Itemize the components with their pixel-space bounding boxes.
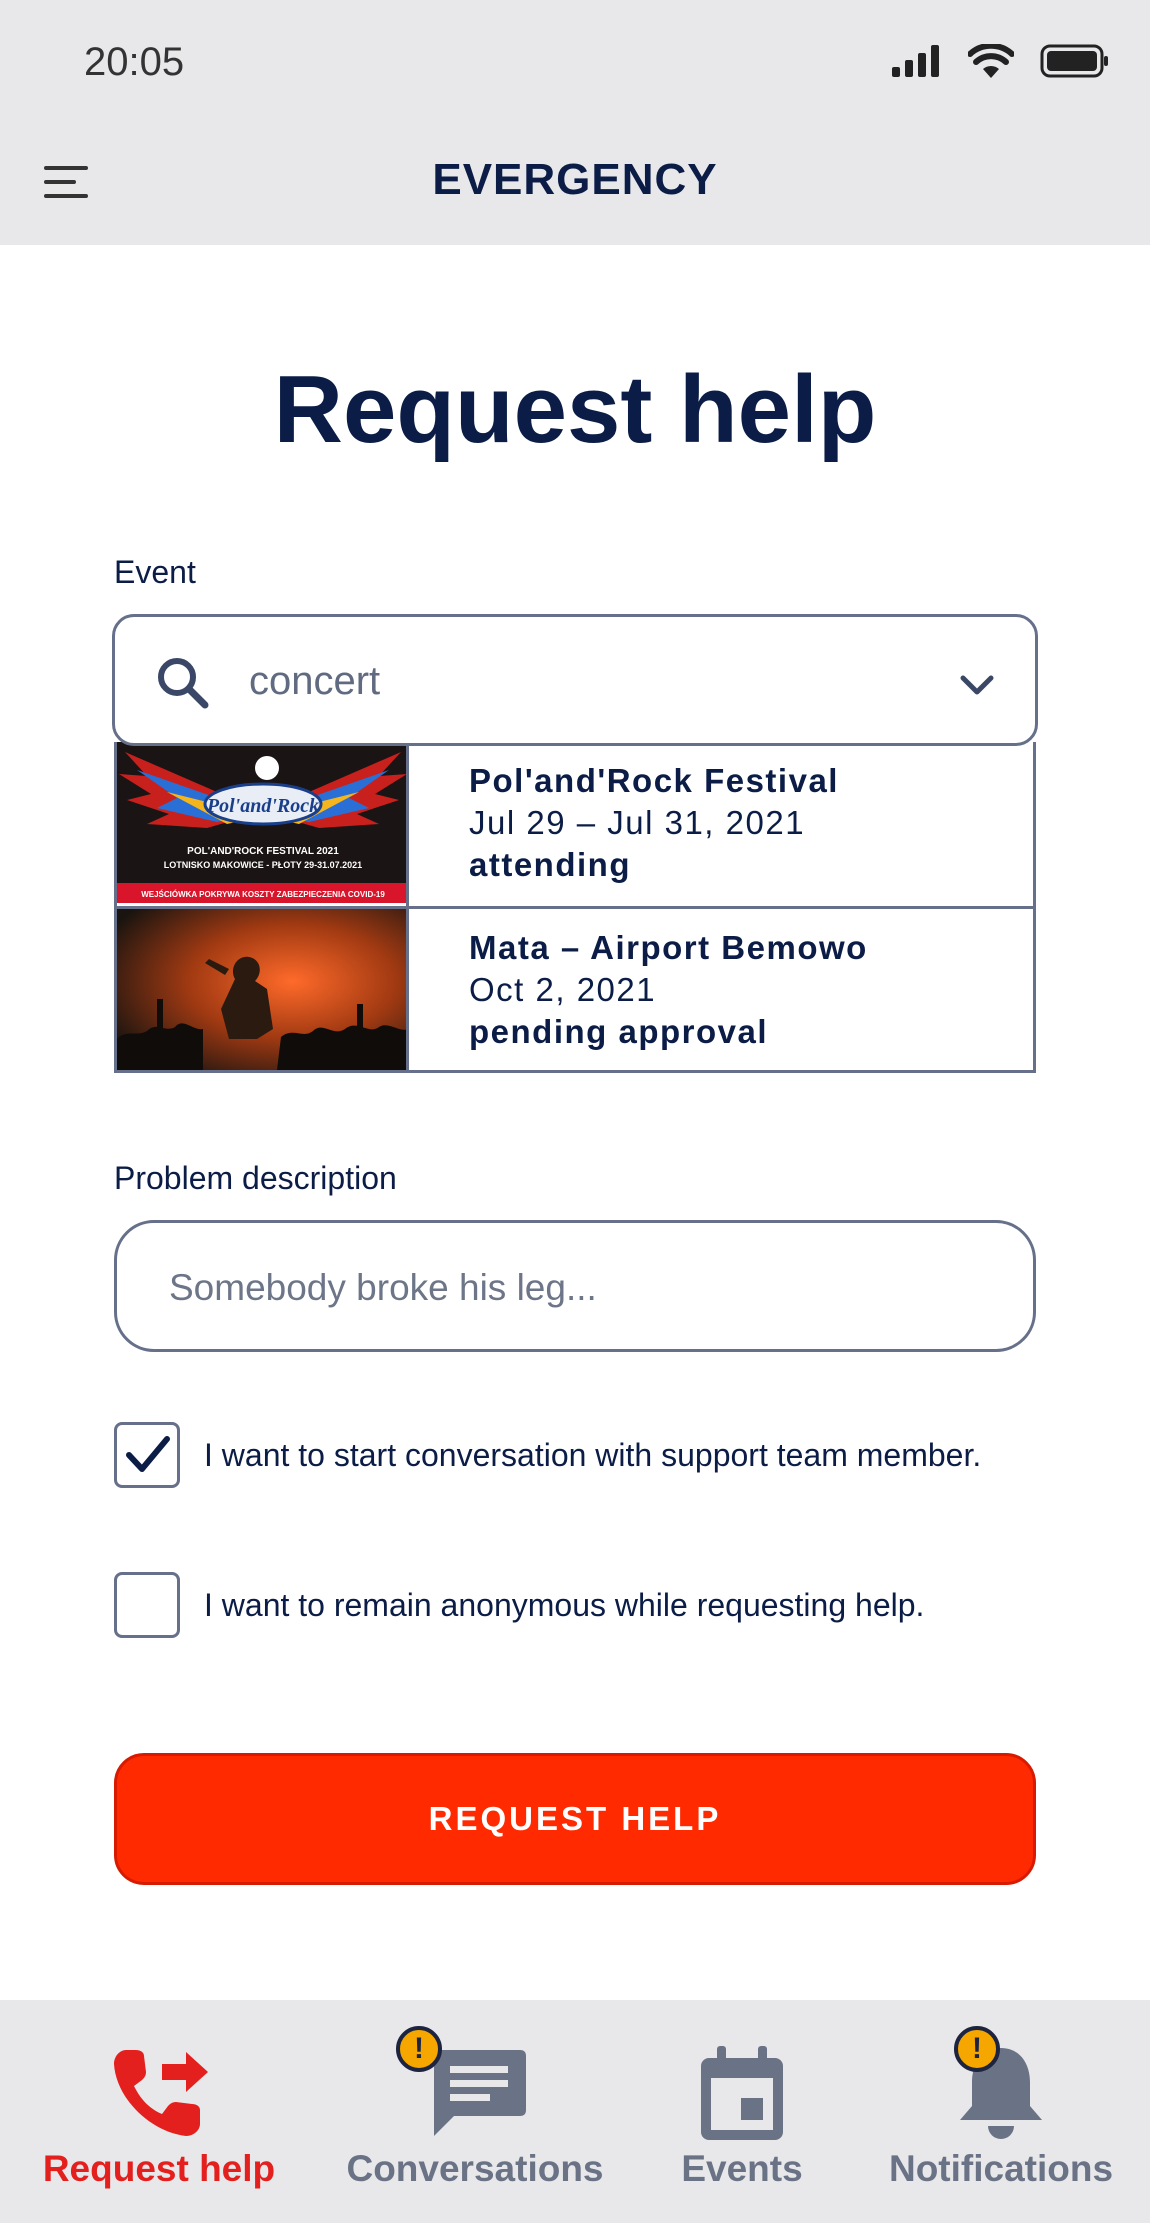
search-icon bbox=[158, 658, 209, 709]
problem-description-label: Problem description bbox=[114, 1160, 397, 1196]
option-remain-anonymous[interactable]: I want to remain anonymous while request… bbox=[114, 1572, 924, 1638]
remain-anonymous-checkbox[interactable] bbox=[114, 1572, 180, 1638]
start-conversation-checkbox[interactable] bbox=[114, 1422, 180, 1488]
event-name: Mata – Airport Bemowo bbox=[469, 929, 868, 966]
bottom-nav: Request help ! Conversations Events ! No… bbox=[0, 2000, 1150, 2223]
nav-label-request-help: Request help bbox=[42, 2148, 276, 2189]
event-status: pending approval bbox=[469, 1013, 769, 1050]
status-bar: 20:05 bbox=[0, 0, 1150, 130]
signal-icon bbox=[892, 45, 939, 77]
poster-line-2: LOTNISKO MAKOWICE - PŁOTY 29-31.07.2021 bbox=[164, 860, 362, 870]
event-status: attending bbox=[469, 846, 631, 883]
event-result-text: Mata – Airport Bemowo Oct 2, 2021 pendin… bbox=[409, 909, 868, 1070]
search-value: concert bbox=[249, 659, 381, 703]
poster-line-1: POL'AND'ROCK FESTIVAL 2021 bbox=[187, 846, 339, 857]
event-label: Event bbox=[114, 554, 196, 590]
event-dates: Jul 29 – Jul 31, 2021 bbox=[469, 804, 806, 841]
problem-description-input[interactable]: Somebody broke his leg... bbox=[114, 1220, 1036, 1352]
event-result-item[interactable]: Pol'and'Rock POL'AND'ROCK FESTIVAL 2021 … bbox=[117, 742, 1033, 906]
poster-logo-text: Pol'and'Rock bbox=[206, 795, 319, 817]
checkmark-icon bbox=[126, 1436, 170, 1472]
event-result-text: Pol'and'Rock Festival Jul 29 – Jul 31, 2… bbox=[409, 742, 839, 906]
polandrock-poster: Pol'and'Rock POL'AND'ROCK FESTIVAL 2021 … bbox=[117, 742, 409, 906]
request-help-button[interactable]: REQUEST HELP bbox=[114, 1753, 1036, 1885]
event-result-item[interactable]: Mata – Airport Bemowo Oct 2, 2021 pendin… bbox=[117, 906, 1033, 1070]
chevron-down-icon[interactable] bbox=[957, 665, 997, 705]
poster-banner: WEJŚCIÓWKA POKRYWA KOSZTY ZABEZPIECZENIA… bbox=[141, 890, 385, 899]
page-title: Request help bbox=[273, 356, 877, 463]
nav-conversations[interactable]: ! Conversations bbox=[318, 2000, 632, 2223]
event-search-input[interactable]: concert bbox=[112, 614, 1038, 746]
wifi-icon bbox=[968, 44, 1014, 78]
status-icons bbox=[892, 44, 1110, 78]
concert-photo bbox=[117, 909, 409, 1070]
phone-forward-icon bbox=[114, 2050, 208, 2136]
nav-events[interactable]: Events bbox=[632, 2000, 852, 2223]
start-conversation-label: I want to start conversation with suppor… bbox=[204, 1436, 982, 1473]
event-name: Pol'and'Rock Festival bbox=[469, 762, 839, 799]
event-dates: Oct 2, 2021 bbox=[469, 971, 657, 1008]
remain-anonymous-label: I want to remain anonymous while request… bbox=[204, 1586, 925, 1623]
nav-label-conversations: Conversations bbox=[346, 2148, 604, 2189]
app-title: EVERGENCY bbox=[432, 155, 718, 204]
nav-notifications[interactable]: ! Notifications bbox=[852, 2000, 1150, 2223]
event-results-list: Pol'and'Rock POL'AND'ROCK FESTIVAL 2021 … bbox=[114, 742, 1036, 1073]
conversations-alert-badge: ! bbox=[396, 2026, 442, 2072]
battery-icon bbox=[1040, 44, 1108, 78]
nav-label-events: Events bbox=[681, 2148, 803, 2189]
nav-request-help[interactable]: Request help bbox=[0, 2000, 318, 2223]
problem-description-placeholder: Somebody broke his leg... bbox=[169, 1267, 597, 1308]
nav-label-notifications: Notifications bbox=[888, 2148, 1114, 2189]
app-bar: EVERGENCY bbox=[0, 130, 1150, 245]
calendar-icon bbox=[701, 2046, 783, 2140]
notifications-alert-badge: ! bbox=[954, 2026, 1000, 2072]
status-time: 20:05 bbox=[84, 40, 185, 84]
option-start-conversation[interactable]: I want to start conversation with suppor… bbox=[114, 1422, 981, 1488]
